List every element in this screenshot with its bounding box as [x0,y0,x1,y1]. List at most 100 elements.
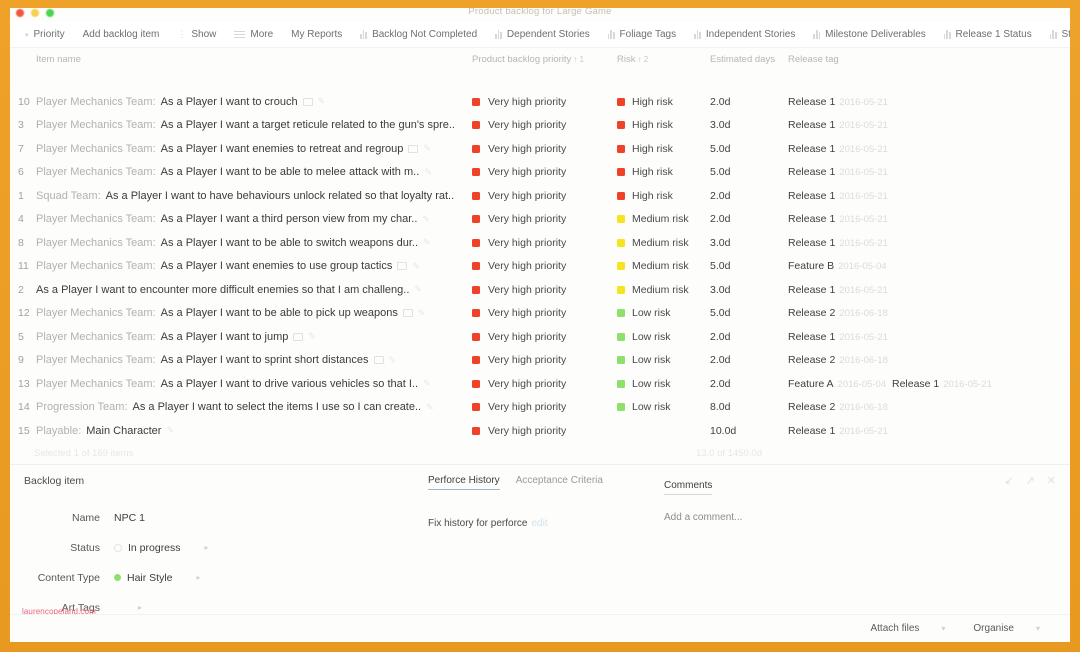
row-release-tags[interactable]: Release 1 2016-05-21 [788,425,1058,437]
expand-panel-icon[interactable]: ↗ [1026,474,1035,487]
row-release-tags[interactable]: Release 1 2016-05-21 [788,331,1058,343]
row-item-name[interactable]: Player Mechanics Team: As a Player I wan… [32,96,472,108]
row-risk[interactable]: Medium risk [617,284,710,296]
table-row[interactable]: 2 As a Player I want to encounter more di… [10,278,1070,302]
row-release-tags[interactable]: Feature B 2016-05-04 [788,260,1058,272]
row-estimated-days[interactable]: 3.0d [710,284,788,296]
attachment-icon[interactable]: ✎ [308,332,316,341]
row-priority[interactable]: Very high priority [472,378,617,390]
row-risk[interactable]: Low risk [617,378,710,390]
detail-field-name[interactable]: Name NPC 1 [24,503,410,533]
table-row[interactable]: 4 Player Mechanics Team: As a Player I wa… [10,208,1070,232]
row-risk[interactable]: Medium risk [617,213,710,225]
row-item-name[interactable]: Player Mechanics Team: As a Player I wan… [32,143,472,155]
row-release-tags[interactable]: Release 1 2016-05-21 [788,237,1058,249]
table-row[interactable]: 6 Player Mechanics Team: As a Player I wa… [10,161,1070,185]
row-item-name[interactable]: Player Mechanics Team: As a Player I wan… [32,119,472,131]
toolbar-item-independent-stories[interactable]: Independent Stories [685,23,804,47]
attachment-icon[interactable]: ✎ [166,426,174,435]
table-row[interactable]: 1 Squad Team: As a Player I want to have … [10,184,1070,208]
row-item-name[interactable]: Player Mechanics Team: As a Player I wan… [32,260,472,272]
header-product-backlog-priority[interactable]: Product backlog priority ↑ 1 [472,54,617,66]
row-priority[interactable]: Very high priority [472,119,617,131]
header-estimated-days[interactable]: Estimated days [710,54,788,66]
row-estimated-days[interactable]: 5.0d [710,307,788,319]
row-item-name[interactable]: Progression Team: As a Player I want to … [32,401,472,413]
attachment-icon[interactable]: ✎ [423,379,431,388]
close-panel-icon[interactable]: ✕ [1047,474,1056,487]
table-row[interactable]: 15 Playable: Main Character ✎ Very high pri… [10,419,1070,443]
header-risk[interactable]: Risk ↑ 2 [617,54,710,66]
table-row[interactable]: 14 Progression Team: As a Player I want t… [10,396,1070,420]
row-priority[interactable]: Very high priority [472,96,617,108]
table-row[interactable]: 12 Player Mechanics Team: As a Player I w… [10,302,1070,326]
row-risk[interactable]: Medium risk [617,260,710,272]
row-item-name[interactable]: Player Mechanics Team: As a Player I wan… [32,307,472,319]
note-icon[interactable] [373,356,384,365]
table-row[interactable]: 5 Player Mechanics Team: As a Player I wa… [10,325,1070,349]
row-risk[interactable]: High risk [617,119,710,131]
field-value[interactable]: ▸ [114,603,142,612]
toolbar-item-release-1-status[interactable]: Release 1 Status [935,23,1041,47]
row-risk[interactable]: High risk [617,166,710,178]
row-estimated-days[interactable]: 2.0d [710,331,788,343]
row-priority[interactable]: Very high priority [472,284,617,296]
row-release-tags[interactable]: Release 2 2016-06-18 [788,401,1058,413]
toolbar-item-my-reports[interactable]: My Reports [282,23,351,47]
row-risk[interactable]: High risk [617,190,710,202]
tab-perforce-history[interactable]: Perforce History [428,475,500,490]
note-icon[interactable] [397,262,408,271]
toolbar-item-backlog-not-completed[interactable]: Backlog Not Completed [351,23,486,47]
row-estimated-days[interactable]: 2.0d [710,378,788,390]
row-item-name[interactable]: As a Player I want to encounter more dif… [32,284,472,296]
row-estimated-days[interactable]: 2.0d [710,96,788,108]
toolbar-item-more[interactable]: More [225,23,282,47]
row-priority[interactable]: Very high priority [472,354,617,366]
row-risk[interactable]: High risk [617,143,710,155]
attachment-icon[interactable]: ✎ [422,214,430,224]
row-release-tags[interactable]: Release 2 2016-06-18 [788,354,1058,366]
toolbar-item-dependent-stories[interactable]: Dependent Stories [486,23,599,47]
attachment-icon[interactable]: ✎ [423,144,431,153]
field-value[interactable]: NPC 1 [114,512,145,524]
chevron-right-icon[interactable]: ▸ [205,543,209,552]
chevron-down-icon[interactable]: ▾ [941,624,945,633]
attachment-icon[interactable]: ✎ [426,402,434,412]
row-release-tags[interactable]: Release 1 2016-05-21 [788,119,1058,131]
row-item-name[interactable]: Player Mechanics Team: As a Player I wan… [32,166,472,178]
table-row[interactable]: 11 Player Mechanics Team: As a Player I w… [10,255,1070,279]
row-item-name[interactable]: Player Mechanics Team: As a Player I wan… [32,213,472,225]
attachment-icon[interactable]: ✎ [423,238,431,247]
row-estimated-days[interactable]: 2.0d [710,354,788,366]
row-priority[interactable]: Very high priority [472,425,617,437]
row-priority[interactable]: Very high priority [472,190,617,202]
row-risk[interactable]: Low risk [617,307,710,319]
detail-field-content-type[interactable]: Content Type Hair Style ▸ [24,563,410,593]
row-item-name[interactable]: Player Mechanics Team: As a Player I wan… [32,378,472,390]
row-estimated-days[interactable]: 2.0d [710,213,788,225]
row-release-tags[interactable]: Release 1 2016-05-21 [788,190,1058,202]
row-priority[interactable]: Very high priority [472,260,617,272]
row-estimated-days[interactable]: 5.0d [710,143,788,155]
attachment-icon[interactable]: ✎ [418,308,426,318]
row-release-tags[interactable]: Release 2 2016-06-18 [788,307,1058,319]
footer-item-organise[interactable]: Organise ▾ [959,623,1054,634]
row-risk[interactable]: Low risk [617,354,710,366]
attachment-icon[interactable]: ✎ [414,285,422,294]
toolbar-item-foliage-tags[interactable]: Foliage Tags [599,23,685,47]
note-icon[interactable] [408,144,419,153]
row-estimated-days[interactable]: 5.0d [710,166,788,178]
chevron-right-icon[interactable]: ▸ [197,573,201,582]
attachment-icon[interactable]: ✎ [424,167,432,177]
row-priority[interactable]: Very high priority [472,213,617,225]
chevron-right-icon[interactable]: ▸ [138,603,142,612]
history-edit-link[interactable]: edit [531,518,547,529]
row-risk[interactable]: Low risk [617,401,710,413]
table-row[interactable]: 13 Player Mechanics Team: As a Player I w… [10,372,1070,396]
row-priority[interactable]: Very high priority [472,331,617,343]
row-release-tags[interactable]: Release 1 2016-05-21 [788,96,1058,108]
minimize-panel-icon[interactable]: ↙ [1004,474,1013,487]
row-item-name[interactable]: Playable: Main Character ✎ [32,425,472,437]
row-estimated-days[interactable]: 8.0d [710,401,788,413]
tab-acceptance-criteria[interactable]: Acceptance Criteria [516,475,603,489]
